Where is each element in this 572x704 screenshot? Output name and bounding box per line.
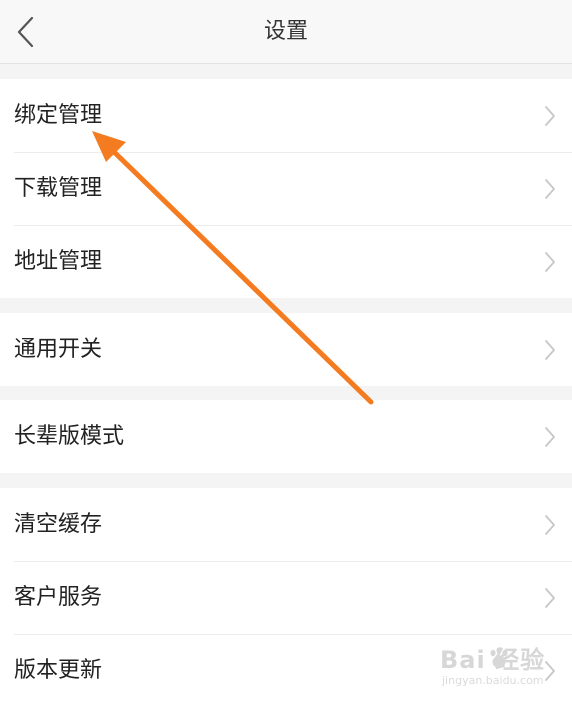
- chevron-left-icon: [17, 16, 34, 48]
- chevron-right-icon: [544, 587, 556, 609]
- settings-item-label: 清空缓存: [14, 512, 103, 537]
- settings-group-general: 通用开关: [0, 313, 572, 386]
- settings-item-label: 地址管理: [14, 249, 103, 274]
- settings-item-label: 下载管理: [14, 176, 103, 201]
- chevron-right-icon: [544, 105, 556, 127]
- settings-item-elder-mode[interactable]: 长辈版模式: [0, 400, 572, 473]
- nav-header: 设置: [0, 0, 572, 64]
- settings-item-address[interactable]: 地址管理: [0, 225, 572, 298]
- settings-item-general-switch[interactable]: 通用开关: [0, 313, 572, 386]
- settings-item-download[interactable]: 下载管理: [0, 152, 572, 225]
- settings-group-account: 绑定管理 下载管理 地址管理: [0, 79, 572, 298]
- chevron-right-icon: [544, 514, 556, 536]
- chevron-right-icon: [544, 178, 556, 200]
- settings-item-label: 绑定管理: [14, 103, 103, 128]
- settings-item-label: 通用开关: [14, 337, 103, 362]
- settings-group-misc: 清空缓存 客户服务 版本更新: [0, 488, 572, 704]
- settings-item-version-update[interactable]: 版本更新: [0, 634, 572, 704]
- back-button[interactable]: [10, 12, 46, 52]
- chevron-right-icon: [544, 339, 556, 361]
- settings-item-label: 长辈版模式: [14, 424, 125, 449]
- settings-item-binding[interactable]: 绑定管理: [0, 79, 572, 152]
- settings-item-label: 版本更新: [14, 658, 103, 683]
- settings-item-label: 客户服务: [14, 585, 103, 610]
- page-title: 设置: [263, 19, 308, 44]
- settings-page: 设置 绑定管理 下载管理 地址管理 通用开关 长辈版模式 清空缓存 客户服务 版…: [0, 0, 572, 704]
- settings-group-elder: 长辈版模式: [0, 400, 572, 473]
- settings-item-clear-cache[interactable]: 清空缓存: [0, 488, 572, 561]
- chevron-right-icon: [544, 426, 556, 448]
- chevron-right-icon: [544, 660, 556, 682]
- chevron-right-icon: [544, 251, 556, 273]
- settings-item-customer-service[interactable]: 客户服务: [0, 561, 572, 634]
